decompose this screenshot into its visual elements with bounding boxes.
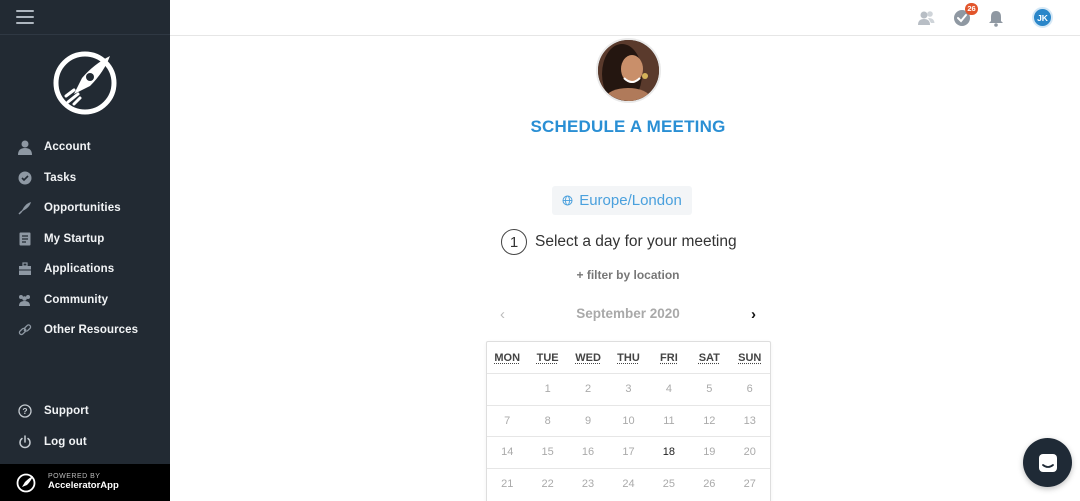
calendar-day[interactable]: 13 (730, 415, 770, 427)
sidebar-item-label: Log out (44, 436, 87, 448)
calendar-day[interactable]: 17 (608, 446, 648, 458)
weekday-header: WED (568, 352, 608, 364)
sidebar-item-community[interactable]: Community (0, 285, 170, 316)
tasks-icon[interactable]: 26 (952, 8, 972, 28)
calendar-day[interactable]: 24 (608, 478, 648, 490)
calendar-day[interactable]: 9 (568, 415, 608, 427)
timezone-label: Europe/London (579, 192, 682, 209)
calendar-day[interactable]: 7 (487, 415, 527, 427)
sidebar-item-label: Support (44, 405, 89, 417)
step-number: 1 (501, 229, 527, 255)
tasks-badge: 26 (965, 3, 978, 15)
calendar-week-row: 21 22 23 24 25 26 27 (487, 468, 770, 500)
calendar-day[interactable]: 10 (608, 415, 648, 427)
calendar-day[interactable]: 4 (649, 383, 689, 395)
document-icon (17, 231, 32, 246)
sidebar-item-support[interactable]: ? Support (0, 396, 170, 427)
weekday-header: THU (608, 352, 648, 364)
calendar-day[interactable]: 5 (689, 383, 729, 395)
sidebar-nav-bottom: ? Support Log out (0, 396, 170, 457)
sidebar-item-other-resources[interactable]: Other Resources (0, 315, 170, 346)
host-profile-photo (596, 38, 661, 103)
calendar-day[interactable]: 14 (487, 446, 527, 458)
calendar-day[interactable]: 12 (689, 415, 729, 427)
calendar-day[interactable]: 20 (730, 446, 770, 458)
calendar-day[interactable]: 6 (730, 383, 770, 395)
sidebar-item-account[interactable]: Account (0, 132, 170, 163)
menu-icon[interactable] (16, 10, 34, 24)
check-circle-icon (17, 170, 32, 185)
sidebar-item-label: Account (44, 141, 91, 153)
weekday-header: FRI (649, 352, 689, 364)
powered-by-footer[interactable]: POWERED BY AcceleratorApp (0, 464, 170, 501)
briefcase-icon (17, 262, 32, 277)
timezone-selector[interactable]: Europe/London (552, 186, 692, 215)
month-navigator: ‹ September 2020 › (496, 304, 760, 324)
bell-icon[interactable] (986, 8, 1006, 28)
sidebar-item-applications[interactable]: Applications (0, 254, 170, 285)
calendar-day[interactable]: 2 (568, 383, 608, 395)
person-icon (17, 140, 32, 155)
calendar-day[interactable]: 11 (649, 415, 689, 427)
accelerator-logo-icon (16, 473, 36, 493)
sidebar-item-label: Applications (44, 263, 114, 275)
calendar-day[interactable]: 15 (527, 446, 567, 458)
users-icon[interactable] (916, 8, 936, 28)
calendar-weekdays: MON TUE WED THU FRI SAT SUN (487, 342, 770, 373)
calendar-week-row: 123456 (487, 373, 770, 405)
sidebar-item-label: My Startup (44, 233, 104, 245)
step-text: Select a day for your meeting (535, 233, 737, 251)
help-icon: ? (17, 404, 32, 419)
sidebar-item-label: Tasks (44, 172, 76, 184)
calendar-day[interactable]: 3 (608, 383, 648, 395)
sidebar-item-my-startup[interactable]: My Startup (0, 224, 170, 255)
weekday-header: SUN (730, 352, 770, 364)
month-label: September 2020 (496, 306, 760, 321)
user-avatar[interactable]: JK (1032, 7, 1053, 28)
power-icon (17, 434, 32, 449)
sidebar-item-opportunities[interactable]: Opportunities (0, 193, 170, 224)
sidebar-header (0, 0, 170, 35)
calendar-week-row: 14 15 16 17 18 19 20 (487, 436, 770, 468)
calendar-day[interactable]: 8 (527, 415, 567, 427)
calendar: MON TUE WED THU FRI SAT SUN 1 2 3 4 5 6 7 8 9 10 11 12 13 1… (486, 341, 771, 501)
main-content: SCHEDULE A MEETING Europe/London 1 Selec… (170, 36, 1080, 501)
link-icon (17, 323, 32, 338)
globe-icon (562, 195, 573, 206)
rocket-logo-icon[interactable] (52, 50, 118, 116)
calendar-day[interactable]: 1 (527, 383, 567, 395)
sidebar: Account Tasks Opportunities My Startup Appli… (0, 0, 170, 501)
brand-name: AcceleratorApp (48, 481, 119, 492)
filter-by-location-link[interactable]: + filter by location (170, 268, 1080, 282)
calendar-day[interactable]: 22 (527, 478, 567, 490)
sidebar-item-label: Opportunities (44, 202, 121, 214)
sidebar-item-tasks[interactable]: Tasks (0, 163, 170, 194)
page-title: SCHEDULE A MEETING (170, 117, 1080, 137)
sidebar-nav: Account Tasks Opportunities My Startup Appli… (0, 132, 170, 346)
sidebar-item-label: Community (44, 294, 108, 306)
weekday-header: MON (487, 352, 527, 364)
calendar-day[interactable]: 23 (568, 478, 608, 490)
sidebar-item-log-out[interactable]: Log out (0, 427, 170, 458)
calendar-day[interactable]: 26 (689, 478, 729, 490)
rocket-icon (17, 201, 32, 216)
people-icon (17, 292, 32, 307)
calendar-day[interactable]: 27 (730, 478, 770, 490)
weekday-header: SAT (689, 352, 729, 364)
calendar-day[interactable]: 18 (649, 446, 689, 458)
svg-text:?: ? (22, 406, 27, 416)
sidebar-item-label: Other Resources (44, 324, 138, 336)
topbar: 26 JK (170, 0, 1080, 36)
calendar-week-row: 7 8 9 10 11 12 13 (487, 405, 770, 437)
calendar-day[interactable]: 21 (487, 478, 527, 490)
chat-launcher-button[interactable] (1023, 438, 1072, 487)
calendar-day[interactable]: 19 (689, 446, 729, 458)
calendar-day[interactable]: 16 (568, 446, 608, 458)
step-heading: 1 Select a day for your meeting (501, 229, 737, 255)
calendar-day[interactable]: 25 (649, 478, 689, 490)
weekday-header: TUE (527, 352, 567, 364)
next-month-button[interactable]: › (751, 306, 756, 323)
chat-icon (1036, 451, 1060, 475)
